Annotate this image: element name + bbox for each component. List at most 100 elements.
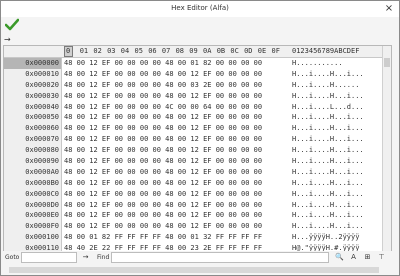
horizontal-scrollbar[interactable]: [1, 265, 399, 275]
goto-go-icon[interactable]: →: [81, 253, 90, 262]
row-ascii[interactable]: H...i....H...i...: [292, 69, 364, 80]
goto-label: Goto: [5, 254, 20, 261]
status-bar: Goto → Find 🔍 A ⊞ ⊤: [1, 251, 399, 265]
row-ascii[interactable]: H...ÿÿÿÿH..2ÿÿÿÿ: [292, 232, 359, 243]
nav-arrow-icon[interactable]: →: [4, 35, 11, 44]
titlebar: Hex Editor (Alfa) ×: [1, 1, 399, 17]
hex-row[interactable]: 0x0000D0 48 00 12 EF 00 00 00 00 48 00 12…: [4, 199, 391, 211]
hex-column-header: 06: [148, 47, 157, 55]
row-ascii[interactable]: H...i....H...i...: [292, 91, 364, 102]
columns-icon[interactable]: ⊞: [363, 253, 372, 262]
hex-row[interactable]: 0x000020 48 00 12 EF 00 00 00 00 48 00 03…: [4, 79, 391, 91]
row-ascii[interactable]: H...i....H...i...: [292, 145, 364, 156]
close-button[interactable]: ×: [383, 3, 395, 15]
row-address: 0x000000: [4, 58, 62, 69]
row-hex-bytes[interactable]: 48 00 12 EF 00 00 00 00 48 00 12 EF 00 0…: [64, 221, 262, 232]
hex-editor-window: Hex Editor (Alfa) × → 0 01 02 03 04 05 06 07 08 0…: [0, 0, 400, 276]
hex-row[interactable]: 0x000040 48 00 12 EF 00 00 00 00 4C 00 00…: [4, 101, 391, 113]
row-hex-bytes[interactable]: 48 00 12 EF 00 00 00 00 48 00 12 EF 00 0…: [64, 112, 262, 123]
hex-column-header: 05: [134, 47, 143, 55]
row-hex-bytes[interactable]: 48 00 12 EF 00 00 00 00 48 00 12 EF 00 0…: [64, 189, 262, 200]
column-header: 0 01 02 03 04 05 06 07 08 09 0A 0B 0C 0D 0E 0F 01234567…: [4, 46, 391, 58]
row-ascii[interactable]: H...i....H...i...: [292, 167, 364, 178]
row-address: 0x0000D0: [4, 199, 62, 211]
row-address: 0x000050: [4, 112, 62, 124]
row-ascii[interactable]: H...i....H...i...: [292, 178, 364, 189]
row-hex-bytes[interactable]: 48 00 12 EF 00 00 00 00 48 00 12 EF 00 0…: [64, 167, 262, 178]
row-address: 0x000060: [4, 123, 62, 135]
row-hex-bytes[interactable]: 48 00 12 EF 00 00 00 00 48 00 12 EF 00 0…: [64, 134, 262, 145]
hex-row[interactable]: 0x000000 48 00 12 EF 00 00 00 00 48 00 01…: [4, 58, 391, 69]
row-ascii[interactable]: H...........: [292, 58, 343, 69]
row-hex-bytes[interactable]: 48 00 12 EF 00 00 00 00 48 00 12 EF 00 0…: [64, 69, 262, 80]
row-hex-bytes[interactable]: 48 00 12 EF 00 00 00 00 48 00 12 EF 00 0…: [64, 123, 262, 134]
row-hex-bytes[interactable]: 48 00 12 EF 00 00 00 00 48 00 12 EF 00 0…: [64, 156, 262, 167]
hex-row[interactable]: 0x000100 48 00 01 82 FF FF FF FF 48 00 01…: [4, 232, 391, 244]
row-ascii[interactable]: H...i....H...i...: [292, 221, 364, 232]
toolbar: [1, 17, 399, 35]
row-ascii[interactable]: H...i....H...i...: [292, 200, 364, 211]
hex-row[interactable]: 0x0000F0 48 00 12 EF 00 00 00 00 48 00 12…: [4, 221, 391, 233]
row-address: 0x0000E0: [4, 210, 62, 222]
hex-column-header: 02: [93, 47, 102, 55]
hex-row[interactable]: 0x0000C0 48 00 12 EF 00 00 00 00 48 00 12…: [4, 188, 391, 200]
hex-column-header: 0B: [216, 47, 226, 55]
hex-column-header: 0E: [257, 47, 267, 55]
row-ascii[interactable]: H...i....H...i...: [292, 189, 364, 200]
row-ascii[interactable]: H...i....H...i...: [292, 112, 364, 123]
insert-mode-icon[interactable]: ⊤: [377, 253, 386, 262]
row-hex-bytes[interactable]: 48 00 12 EF 00 00 00 00 48 00 12 EF 00 0…: [64, 210, 262, 221]
find-input[interactable]: [111, 252, 329, 263]
hex-row[interactable]: 0x0000B0 48 00 12 EF 00 00 00 00 48 00 12…: [4, 177, 391, 189]
hex-row[interactable]: 0x000060 48 00 12 EF 00 00 00 00 48 00 12…: [4, 123, 391, 135]
hex-row[interactable]: 0x000050 48 00 12 EF 00 00 00 00 48 00 12…: [4, 112, 391, 124]
row-ascii[interactable]: H...i....H...i...: [292, 134, 364, 145]
hex-grid[interactable]: 0 01 02 03 04 05 06 07 08 09 0A 0B 0C 0D 0E 0F 01234567…: [3, 45, 392, 253]
apply-checkmark-icon[interactable]: [5, 18, 19, 32]
hex-row[interactable]: 0x000070 48 00 12 EF 00 00 00 00 48 00 12…: [4, 134, 391, 146]
zoom-icon[interactable]: 🔍: [335, 253, 344, 262]
hex-row[interactable]: 0x000090 48 00 12 EF 00 00 00 00 48 00 12…: [4, 156, 391, 167]
hex-column-header: 0C: [230, 47, 239, 55]
vertical-scrollbar[interactable]: [382, 46, 391, 252]
row-ascii[interactable]: H...i....H...i...: [292, 156, 364, 167]
row-hex-bytes[interactable]: 48 00 12 EF 00 00 00 00 48 00 03 2E 00 0…: [64, 80, 262, 91]
row-hex-bytes[interactable]: 48 00 01 82 FF FF FF FF 48 00 01 32 FF F…: [64, 232, 262, 243]
row-ascii[interactable]: H...i....L...d...: [292, 102, 364, 113]
goto-input[interactable]: [21, 252, 77, 263]
hex-column-header: 0: [66, 47, 71, 55]
vertical-scroll-thumb[interactable]: [384, 58, 390, 67]
row-address: 0x000040: [4, 101, 62, 113]
horizontal-scroll-thumb[interactable]: [9, 267, 379, 273]
row-hex-bytes[interactable]: 48 00 12 EF 00 00 00 00 48 00 12 EF 00 0…: [64, 200, 262, 211]
row-ascii[interactable]: H...i....H...i...: [292, 123, 364, 134]
row-address: 0x0000B0: [4, 177, 62, 189]
hex-row[interactable]: 0x000030 48 00 12 EF 00 00 00 00 48 00 12…: [4, 90, 391, 102]
row-address: 0x000020: [4, 79, 62, 91]
row-hex-bytes[interactable]: 48 00 12 EF 00 00 00 00 48 00 12 EF 00 0…: [64, 91, 262, 102]
row-ascii[interactable]: H...i....H...i...: [292, 210, 364, 221]
hex-row[interactable]: 0x0000E0 48 00 12 EF 00 00 00 00 48 00 12…: [4, 210, 391, 222]
hex-column-header: 0F: [271, 47, 280, 55]
row-address: 0x000090: [4, 156, 62, 167]
row-hex-bytes[interactable]: 48 00 12 EF 00 00 00 00 48 00 01 82 00 0…: [64, 58, 262, 69]
row-hex-bytes[interactable]: 48 00 12 EF 00 00 00 00 48 00 12 EF 00 0…: [64, 178, 262, 189]
row-address: 0x0000F0: [4, 221, 62, 233]
row-address: 0x000080: [4, 145, 62, 157]
row-hex-bytes[interactable]: 48 00 12 EF 00 00 00 00 48 00 12 EF 00 0…: [64, 145, 262, 156]
find-label: Find: [97, 254, 110, 261]
hex-row[interactable]: 0x000080 48 00 12 EF 00 00 00 00 48 00 12…: [4, 145, 391, 157]
font-icon[interactable]: A: [349, 253, 358, 262]
row-address: 0x000010: [4, 68, 62, 80]
hex-row[interactable]: 0x0000A0 48 00 12 EF 00 00 00 00 48 00 12…: [4, 166, 391, 178]
hex-row[interactable]: 0x000010 48 00 12 EF 00 00 00 00 48 00 12…: [4, 68, 391, 80]
row-hex-bytes[interactable]: 48 00 12 EF 00 00 00 00 4C 00 00 64 00 0…: [64, 102, 262, 113]
window-title: Hex Editor (Alfa): [171, 4, 229, 12]
hex-column-header: 01: [79, 47, 89, 55]
row-ascii[interactable]: H...i....H......: [292, 80, 359, 91]
hex-column-header: 04: [120, 47, 130, 55]
row-address: 0x000100: [4, 232, 62, 244]
row-address: 0x0000A0: [4, 166, 62, 178]
hex-column-header: 0A: [203, 47, 212, 55]
row-address: 0x000030: [4, 90, 62, 102]
